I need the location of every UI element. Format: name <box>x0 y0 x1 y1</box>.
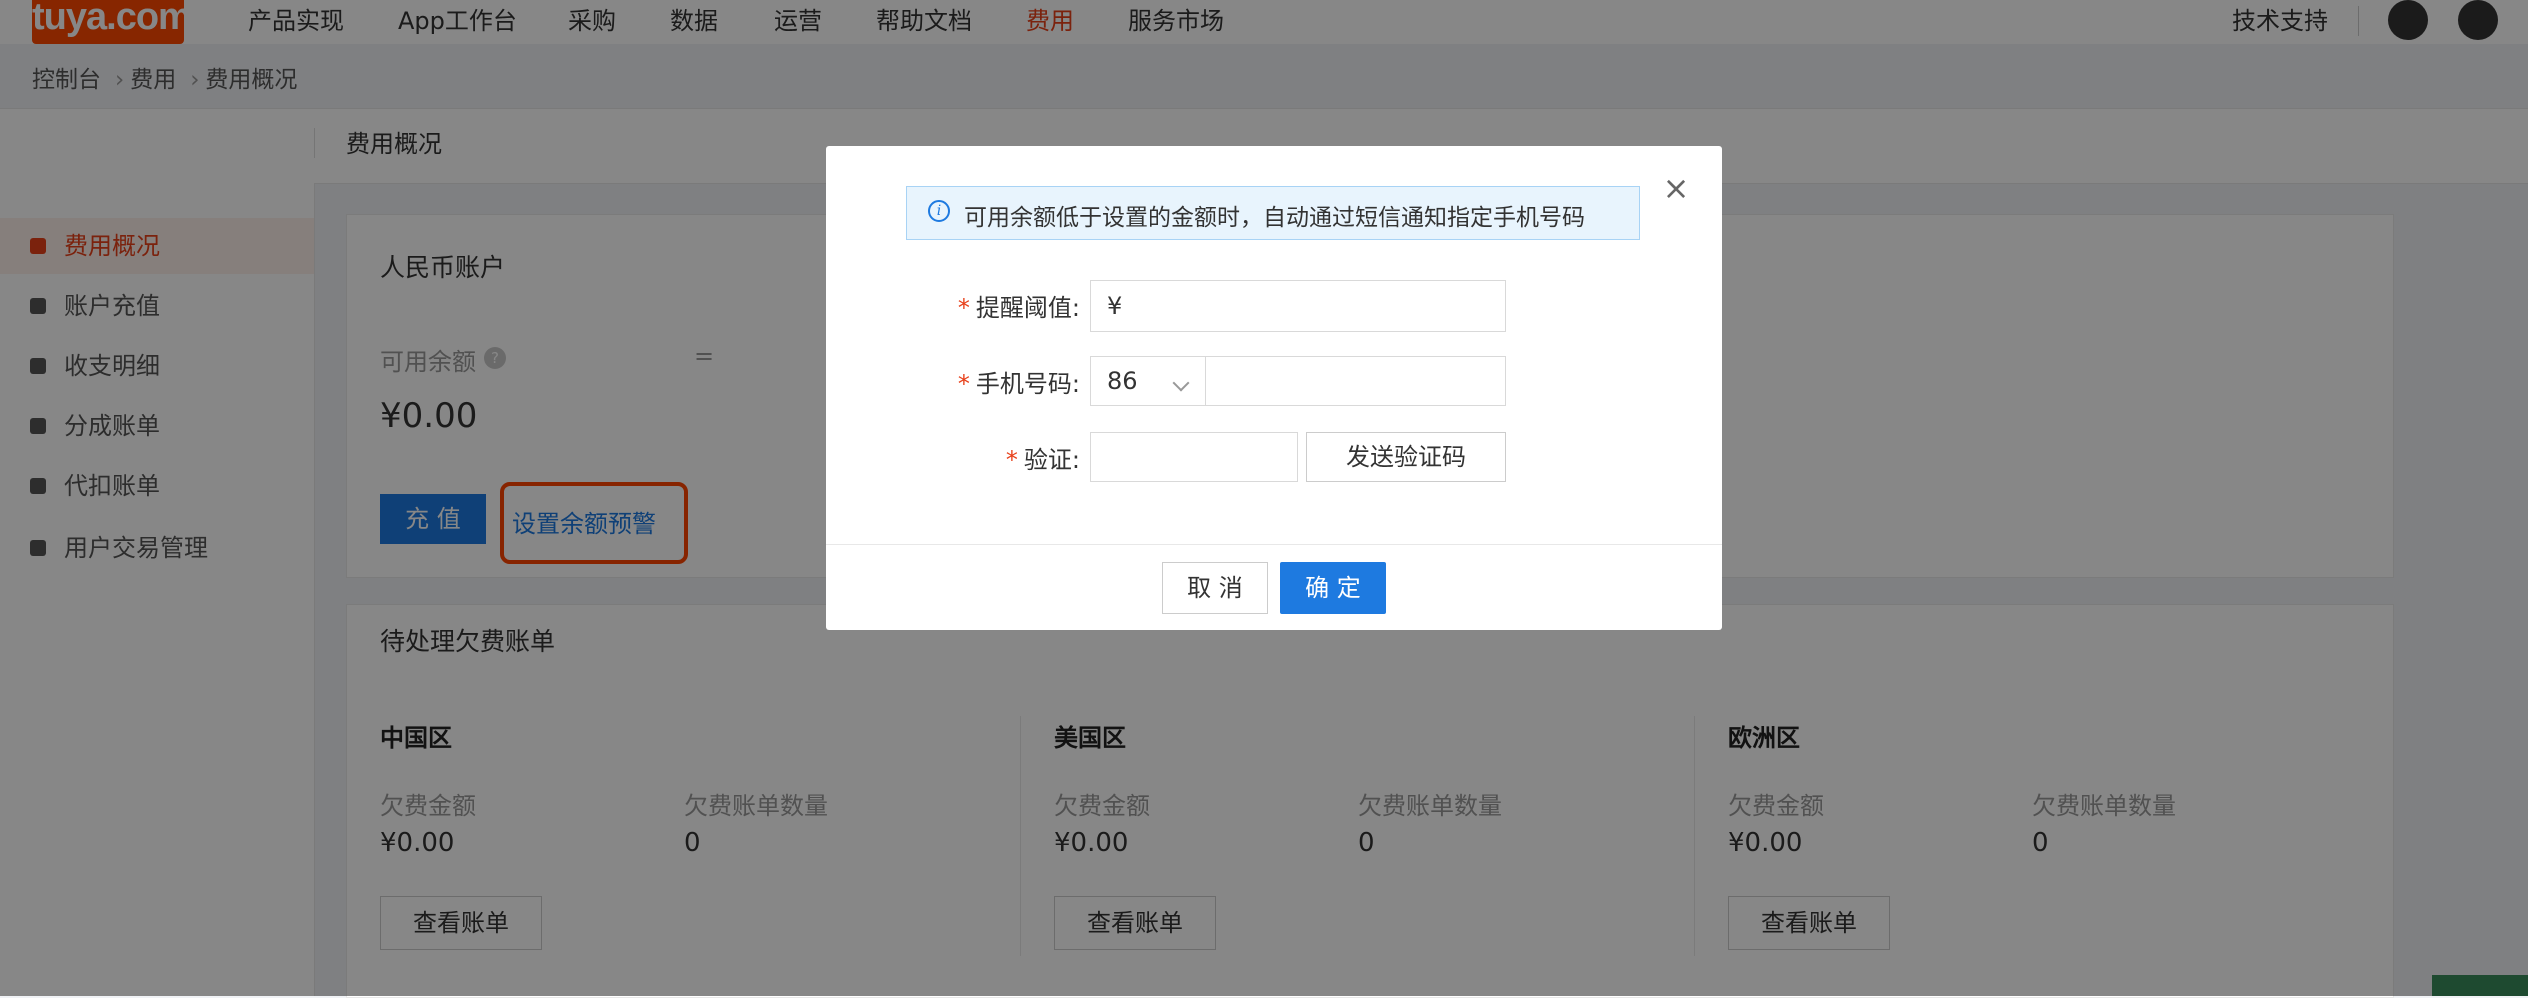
verify-label-text: 验证: <box>1023 446 1080 474</box>
phone-input[interactable] <box>1205 356 1506 406</box>
country-code-value: 86 <box>1107 367 1138 395</box>
currency-prefix: ¥ <box>1107 292 1123 320</box>
phone-label-text: 手机号码: <box>975 370 1080 398</box>
required-mark: * <box>957 294 970 322</box>
close-icon[interactable]: × <box>1658 172 1694 208</box>
modal-footer-divider <box>826 544 1722 545</box>
threshold-label: * 提醒阈值: <box>900 288 1080 323</box>
cancel-button[interactable]: 取 消 <box>1162 562 1268 614</box>
send-code-button[interactable]: 发送验证码 <box>1306 432 1506 482</box>
chevron-down-icon <box>1172 374 1190 392</box>
confirm-button[interactable]: 确 定 <box>1280 562 1386 614</box>
info-icon: i <box>928 200 950 222</box>
verify-label: * 验证: <box>900 440 1080 475</box>
verification-code-input[interactable] <box>1090 432 1298 482</box>
country-code-select[interactable]: 86 <box>1090 356 1206 406</box>
required-mark: * <box>1005 446 1018 474</box>
phone-label: * 手机号码: <box>900 364 1080 399</box>
info-text: 可用余额低于设置的金额时，自动通过短信通知指定手机号码 <box>964 205 1585 231</box>
required-mark: * <box>957 370 970 398</box>
threshold-label-text: 提醒阈值: <box>975 294 1080 322</box>
threshold-input[interactable]: ¥ <box>1090 280 1506 332</box>
